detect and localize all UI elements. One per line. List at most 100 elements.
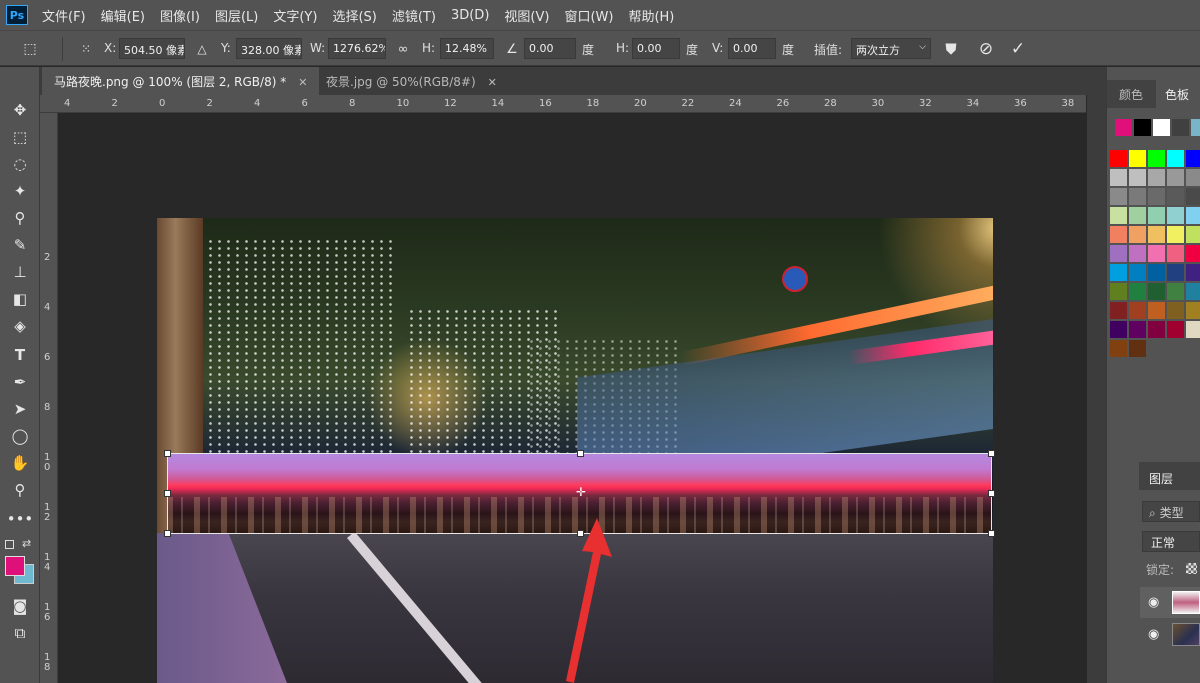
swatch[interactable] xyxy=(1110,188,1127,205)
swatch[interactable] xyxy=(1186,283,1200,300)
swatch[interactable] xyxy=(1129,188,1146,205)
cancel-transform-icon[interactable]: ⊘ xyxy=(976,39,996,59)
interpolation-select[interactable]: 两次立方 ⌵ xyxy=(851,38,931,59)
transform-handle-top-right[interactable] xyxy=(988,450,995,457)
screen-mode-icon[interactable]: ⧉ xyxy=(8,621,32,645)
x-field[interactable]: 504.50 像素 xyxy=(119,38,185,59)
reference-point-icon[interactable]: ⁙ xyxy=(76,39,96,59)
default-colors-icon[interactable] xyxy=(5,540,14,549)
tab-color[interactable]: 颜色 xyxy=(1119,86,1143,103)
swatch[interactable] xyxy=(1186,150,1200,167)
swatch[interactable] xyxy=(1110,169,1127,186)
move-tool-icon[interactable]: ✥ xyxy=(8,98,32,122)
swatch[interactable] xyxy=(1110,264,1127,281)
menu-image[interactable]: 图像(I) xyxy=(160,6,200,25)
swatch-recent[interactable] xyxy=(1134,119,1151,136)
swatch-recent[interactable] xyxy=(1115,119,1132,136)
tab-layers[interactable]: 图层 xyxy=(1149,470,1173,487)
transform-center-icon[interactable]: ✛ xyxy=(575,486,587,498)
eye-icon[interactable]: ◉ xyxy=(1148,627,1159,642)
hand-tool-icon[interactable]: ✋ xyxy=(8,451,32,475)
swatch[interactable] xyxy=(1148,302,1165,319)
swatch[interactable] xyxy=(1129,150,1146,167)
swatch[interactable] xyxy=(1110,226,1127,243)
swatch[interactable] xyxy=(1148,150,1165,167)
transform-tool-icon[interactable]: ⬚ xyxy=(20,39,40,59)
tab-swatches[interactable]: 色板 xyxy=(1165,86,1189,103)
swap-colors-icon[interactable]: ⇄ xyxy=(22,537,31,550)
vskew-field[interactable]: 0.00 xyxy=(728,38,776,59)
swatch[interactable] xyxy=(1110,207,1127,224)
layer-row-background[interactable]: ◉ xyxy=(1140,619,1200,650)
marquee-tool-icon[interactable]: ⬚ xyxy=(8,125,32,149)
y-field[interactable]: 328.00 像素 xyxy=(236,38,302,59)
swatch[interactable] xyxy=(1129,207,1146,224)
stamp-tool-icon[interactable]: ⊥ xyxy=(8,260,32,284)
brush-tool-icon[interactable]: ✎ xyxy=(8,233,32,257)
swatch[interactable] xyxy=(1129,302,1146,319)
transform-handle-top[interactable] xyxy=(577,450,584,457)
transform-handle-left[interactable] xyxy=(164,490,171,497)
swatch[interactable] xyxy=(1148,283,1165,300)
relative-position-icon[interactable]: △ xyxy=(192,39,212,59)
swatch[interactable] xyxy=(1148,264,1165,281)
swatch[interactable] xyxy=(1148,321,1165,338)
menu-layer[interactable]: 图层(L) xyxy=(215,6,258,25)
type-tool-icon[interactable]: T xyxy=(8,343,32,367)
close-icon[interactable]: ✕ xyxy=(298,76,307,89)
vertical-scrollbar[interactable] xyxy=(1087,95,1106,683)
swatch[interactable] xyxy=(1110,283,1127,300)
swatch[interactable] xyxy=(1167,283,1184,300)
commit-transform-icon[interactable]: ✓ xyxy=(1008,39,1028,59)
menu-select[interactable]: 选择(S) xyxy=(332,6,376,25)
swatch[interactable] xyxy=(1186,321,1200,338)
tab-night-scene[interactable]: 夜景.jpg @ 50%(RGB/8#) ✕ xyxy=(314,67,509,95)
swatch-recent[interactable] xyxy=(1172,119,1189,136)
menu-window[interactable]: 窗口(W) xyxy=(564,6,613,25)
paint-bucket-tool-icon[interactable]: ◈ xyxy=(8,314,32,338)
swatch[interactable] xyxy=(1186,245,1200,262)
swatch[interactable] xyxy=(1110,340,1127,357)
swatch[interactable] xyxy=(1167,169,1184,186)
eraser-tool-icon[interactable]: ◧ xyxy=(8,287,32,311)
lasso-tool-icon[interactable]: ◌ xyxy=(8,152,32,176)
transform-handle-top-left[interactable] xyxy=(164,450,171,457)
close-icon[interactable]: ✕ xyxy=(488,76,497,89)
swatch[interactable] xyxy=(1167,302,1184,319)
menu-3d[interactable]: 3D(D) xyxy=(451,8,489,23)
swatch[interactable] xyxy=(1186,188,1200,205)
h-field[interactable]: 12.48% xyxy=(440,38,494,59)
swatch[interactable] xyxy=(1186,207,1200,224)
eyedropper-tool-icon[interactable]: ⚲ xyxy=(8,206,32,230)
path-selection-tool-icon[interactable]: ➤ xyxy=(8,397,32,421)
swatch[interactable] xyxy=(1167,245,1184,262)
swatch[interactable] xyxy=(1167,150,1184,167)
swatch-recent[interactable] xyxy=(1191,119,1200,136)
menu-help[interactable]: 帮助(H) xyxy=(628,6,674,25)
magic-wand-tool-icon[interactable]: ✦ xyxy=(8,179,32,203)
transform-handle-right[interactable] xyxy=(988,490,995,497)
swatch[interactable] xyxy=(1110,150,1127,167)
zoom-tool-icon[interactable]: ⚲ xyxy=(8,478,32,502)
swatch[interactable] xyxy=(1129,283,1146,300)
lock-transparency-icon[interactable] xyxy=(1186,563,1197,574)
swatch[interactable] xyxy=(1129,226,1146,243)
menu-filter[interactable]: 滤镜(T) xyxy=(392,6,436,25)
transform-handle-bottom-left[interactable] xyxy=(164,530,171,537)
swatch-recent[interactable] xyxy=(1153,119,1170,136)
swatch[interactable] xyxy=(1167,264,1184,281)
eye-icon[interactable]: ◉ xyxy=(1148,595,1159,610)
swatch[interactable] xyxy=(1148,226,1165,243)
swatch[interactable] xyxy=(1110,321,1127,338)
swatch[interactable] xyxy=(1148,169,1165,186)
swatch[interactable] xyxy=(1167,207,1184,224)
menu-view[interactable]: 视图(V) xyxy=(504,6,549,25)
menu-type[interactable]: 文字(Y) xyxy=(273,6,317,25)
swatch[interactable] xyxy=(1110,302,1127,319)
swatch[interactable] xyxy=(1129,264,1146,281)
swatch[interactable] xyxy=(1186,302,1200,319)
w-field[interactable]: 1276.62% xyxy=(328,38,386,59)
swatch[interactable] xyxy=(1148,207,1165,224)
transform-handle-bottom-right[interactable] xyxy=(988,530,995,537)
swatch[interactable] xyxy=(1129,169,1146,186)
